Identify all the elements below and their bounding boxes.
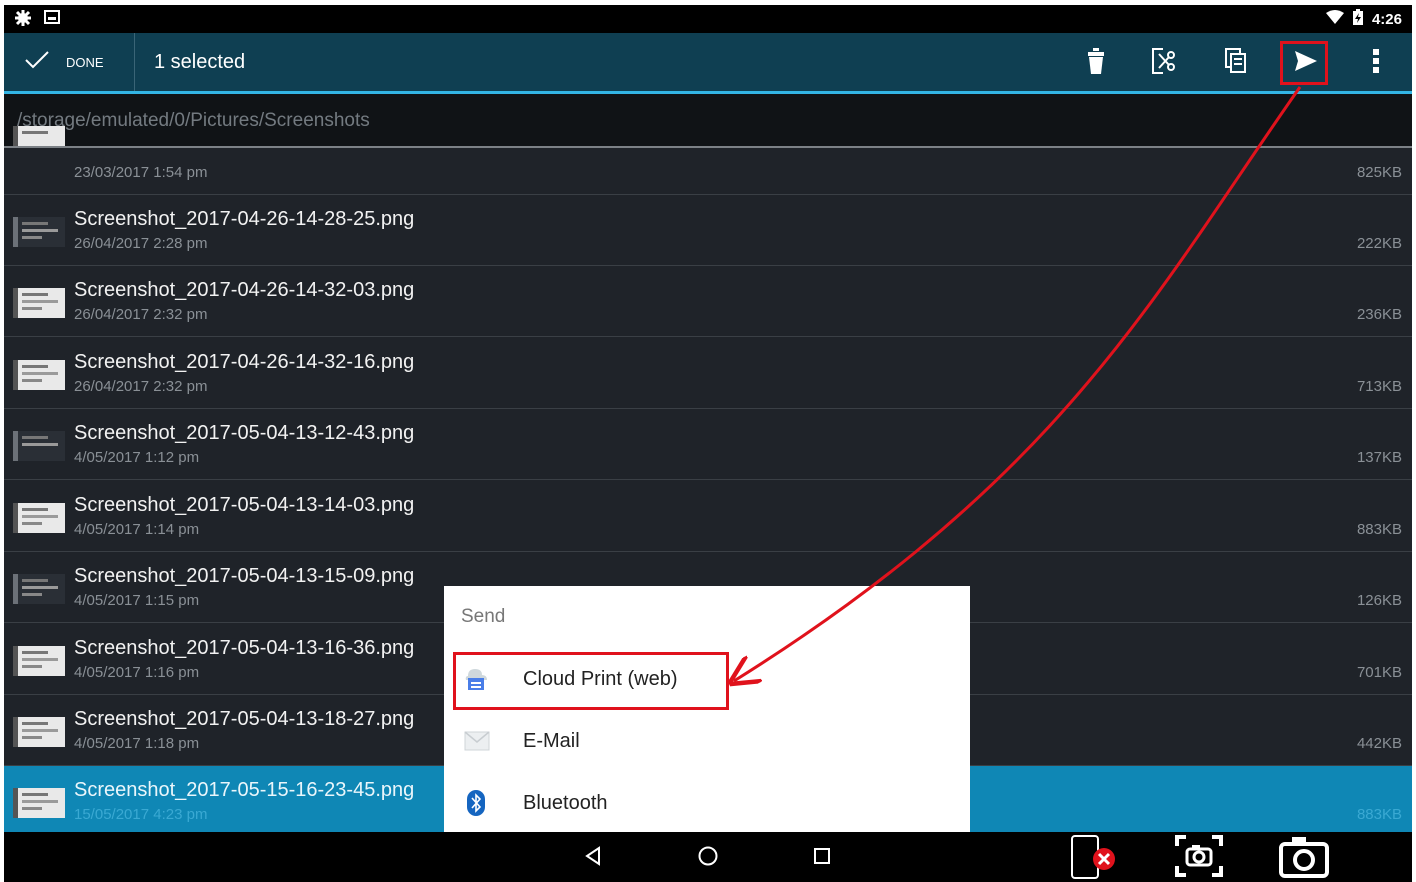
file-date: 4/05/2017 1:12 pm (74, 449, 200, 466)
file-date: 26/04/2017 2:28 pm (74, 235, 208, 252)
clock: 4:26 (1371, 10, 1402, 28)
cut-button[interactable] (1145, 43, 1185, 83)
file-row[interactable]: Screenshot_2017-04-26-14-32-16.png 26/04… (4, 338, 1412, 409)
recents-icon (813, 847, 831, 870)
file-name: Screenshot_2017-04-26-14-32-16.png (74, 351, 415, 373)
email-icon (464, 728, 490, 754)
home-icon (697, 845, 719, 872)
file-thumbnail (13, 574, 65, 604)
file-date: 26/04/2017 2:32 pm (74, 378, 208, 395)
selection-count: 1 selected (154, 51, 246, 73)
file-size: 701KB (1356, 664, 1402, 681)
file-size: 236KB (1356, 306, 1402, 323)
checkmark-icon (24, 50, 50, 75)
file-date: 15/05/2017 4:23 pm (74, 806, 208, 823)
close-screen-capture-button[interactable] (1069, 834, 1121, 882)
file-date: 26/04/2017 2:32 pm (74, 306, 208, 323)
file-thumbnail (13, 503, 65, 533)
home-button[interactable] (690, 840, 726, 876)
file-size: 825KB (1356, 164, 1402, 181)
file-row[interactable]: Screenshot_2017-04-26-14-32-03.png 26/04… (4, 266, 1412, 337)
file-date: 4/05/2017 1:18 pm (74, 735, 200, 752)
dialog-title: Send (461, 606, 506, 627)
back-icon (583, 845, 603, 871)
file-thumbnail (13, 646, 65, 676)
file-size: 137KB (1356, 449, 1402, 466)
overflow-menu-button[interactable] (1356, 43, 1396, 83)
file-thumbnail (13, 126, 65, 146)
phone-close-icon (1069, 834, 1121, 882)
file-size: 883KB (1356, 521, 1402, 538)
bluetooth-icon (464, 790, 488, 816)
file-thumbnail (13, 717, 65, 747)
file-row[interactable]: Screenshot_2017-04-26-14-28-25.png 26/04… (4, 195, 1412, 266)
recents-button[interactable] (804, 840, 840, 876)
option-label: Bluetooth (523, 792, 608, 814)
file-row[interactable]: Screenshot_2017-05-04-13-12-43.png 4/05/… (4, 409, 1412, 480)
cut-icon (1151, 47, 1179, 79)
partial-screenshot-button[interactable] (1174, 834, 1224, 882)
file-name: Screenshot_2017-05-04-13-18-27.png (74, 708, 415, 730)
option-label: E-Mail (523, 730, 580, 752)
screenshot-notification-icon (44, 9, 60, 32)
status-bar: 4:26 (4, 5, 1412, 33)
navigation-bar (4, 832, 1412, 882)
file-row[interactable]: Screenshot_2017-05-04-13-14-03.png 4/05/… (4, 481, 1412, 552)
file-name: Screenshot_2017-05-04-13-14-03.png (74, 494, 415, 516)
screenshot-button[interactable] (1278, 836, 1330, 880)
file-size: 126KB (1356, 592, 1402, 609)
file-name: Screenshot_2017-05-04-13-12-43.png (74, 422, 415, 444)
file-size: 442KB (1356, 735, 1402, 752)
file-date: 23/03/2017 1:54 pm (74, 164, 208, 181)
file-size: 713KB (1356, 378, 1402, 395)
file-row[interactable]: 23/03/2017 1:54 pm 825KB (4, 124, 1412, 195)
android-screen: 4:26 DONE 1 selected /storage/emulated/0… (4, 5, 1412, 882)
battery-icon (1352, 9, 1364, 29)
file-name: Screenshot_2017-05-15-16-23-45.png (74, 779, 415, 801)
cloud-print-highlight (453, 652, 729, 710)
file-thumbnail (13, 360, 65, 390)
wifi-icon (1325, 10, 1344, 28)
send-button-highlight (1280, 41, 1328, 85)
send-option-email[interactable]: E-Mail (444, 710, 970, 772)
copy-icon (1225, 47, 1247, 79)
send-option-bluetooth[interactable]: Bluetooth (444, 772, 970, 834)
contextual-action-bar: DONE 1 selected (4, 33, 1412, 94)
settings-notification-icon (14, 9, 32, 32)
file-date: 4/05/2017 1:16 pm (74, 664, 200, 681)
file-name: Screenshot_2017-04-26-14-28-25.png (74, 208, 415, 230)
file-size: 222KB (1356, 235, 1402, 252)
file-date: 4/05/2017 1:15 pm (74, 592, 200, 609)
file-thumbnail (13, 431, 65, 461)
file-size: 883KB (1356, 806, 1402, 823)
file-thumbnail (13, 288, 65, 318)
done-label: DONE (66, 54, 104, 70)
camera-icon (1278, 834, 1330, 882)
delete-icon (1087, 47, 1105, 79)
copy-button[interactable] (1216, 43, 1256, 83)
crop-camera-icon (1174, 834, 1224, 882)
overflow-menu-icon (1372, 48, 1380, 79)
file-name: Screenshot_2017-04-26-14-32-03.png (74, 279, 415, 301)
file-name: Screenshot_2017-05-04-13-15-09.png (74, 565, 415, 587)
file-thumbnail (13, 217, 65, 247)
back-button[interactable] (575, 840, 611, 876)
delete-button[interactable] (1076, 43, 1116, 83)
done-button[interactable]: DONE (24, 33, 135, 91)
file-date: 4/05/2017 1:14 pm (74, 521, 200, 538)
file-thumbnail (13, 788, 65, 818)
file-name: Screenshot_2017-05-04-13-16-36.png (74, 637, 415, 659)
